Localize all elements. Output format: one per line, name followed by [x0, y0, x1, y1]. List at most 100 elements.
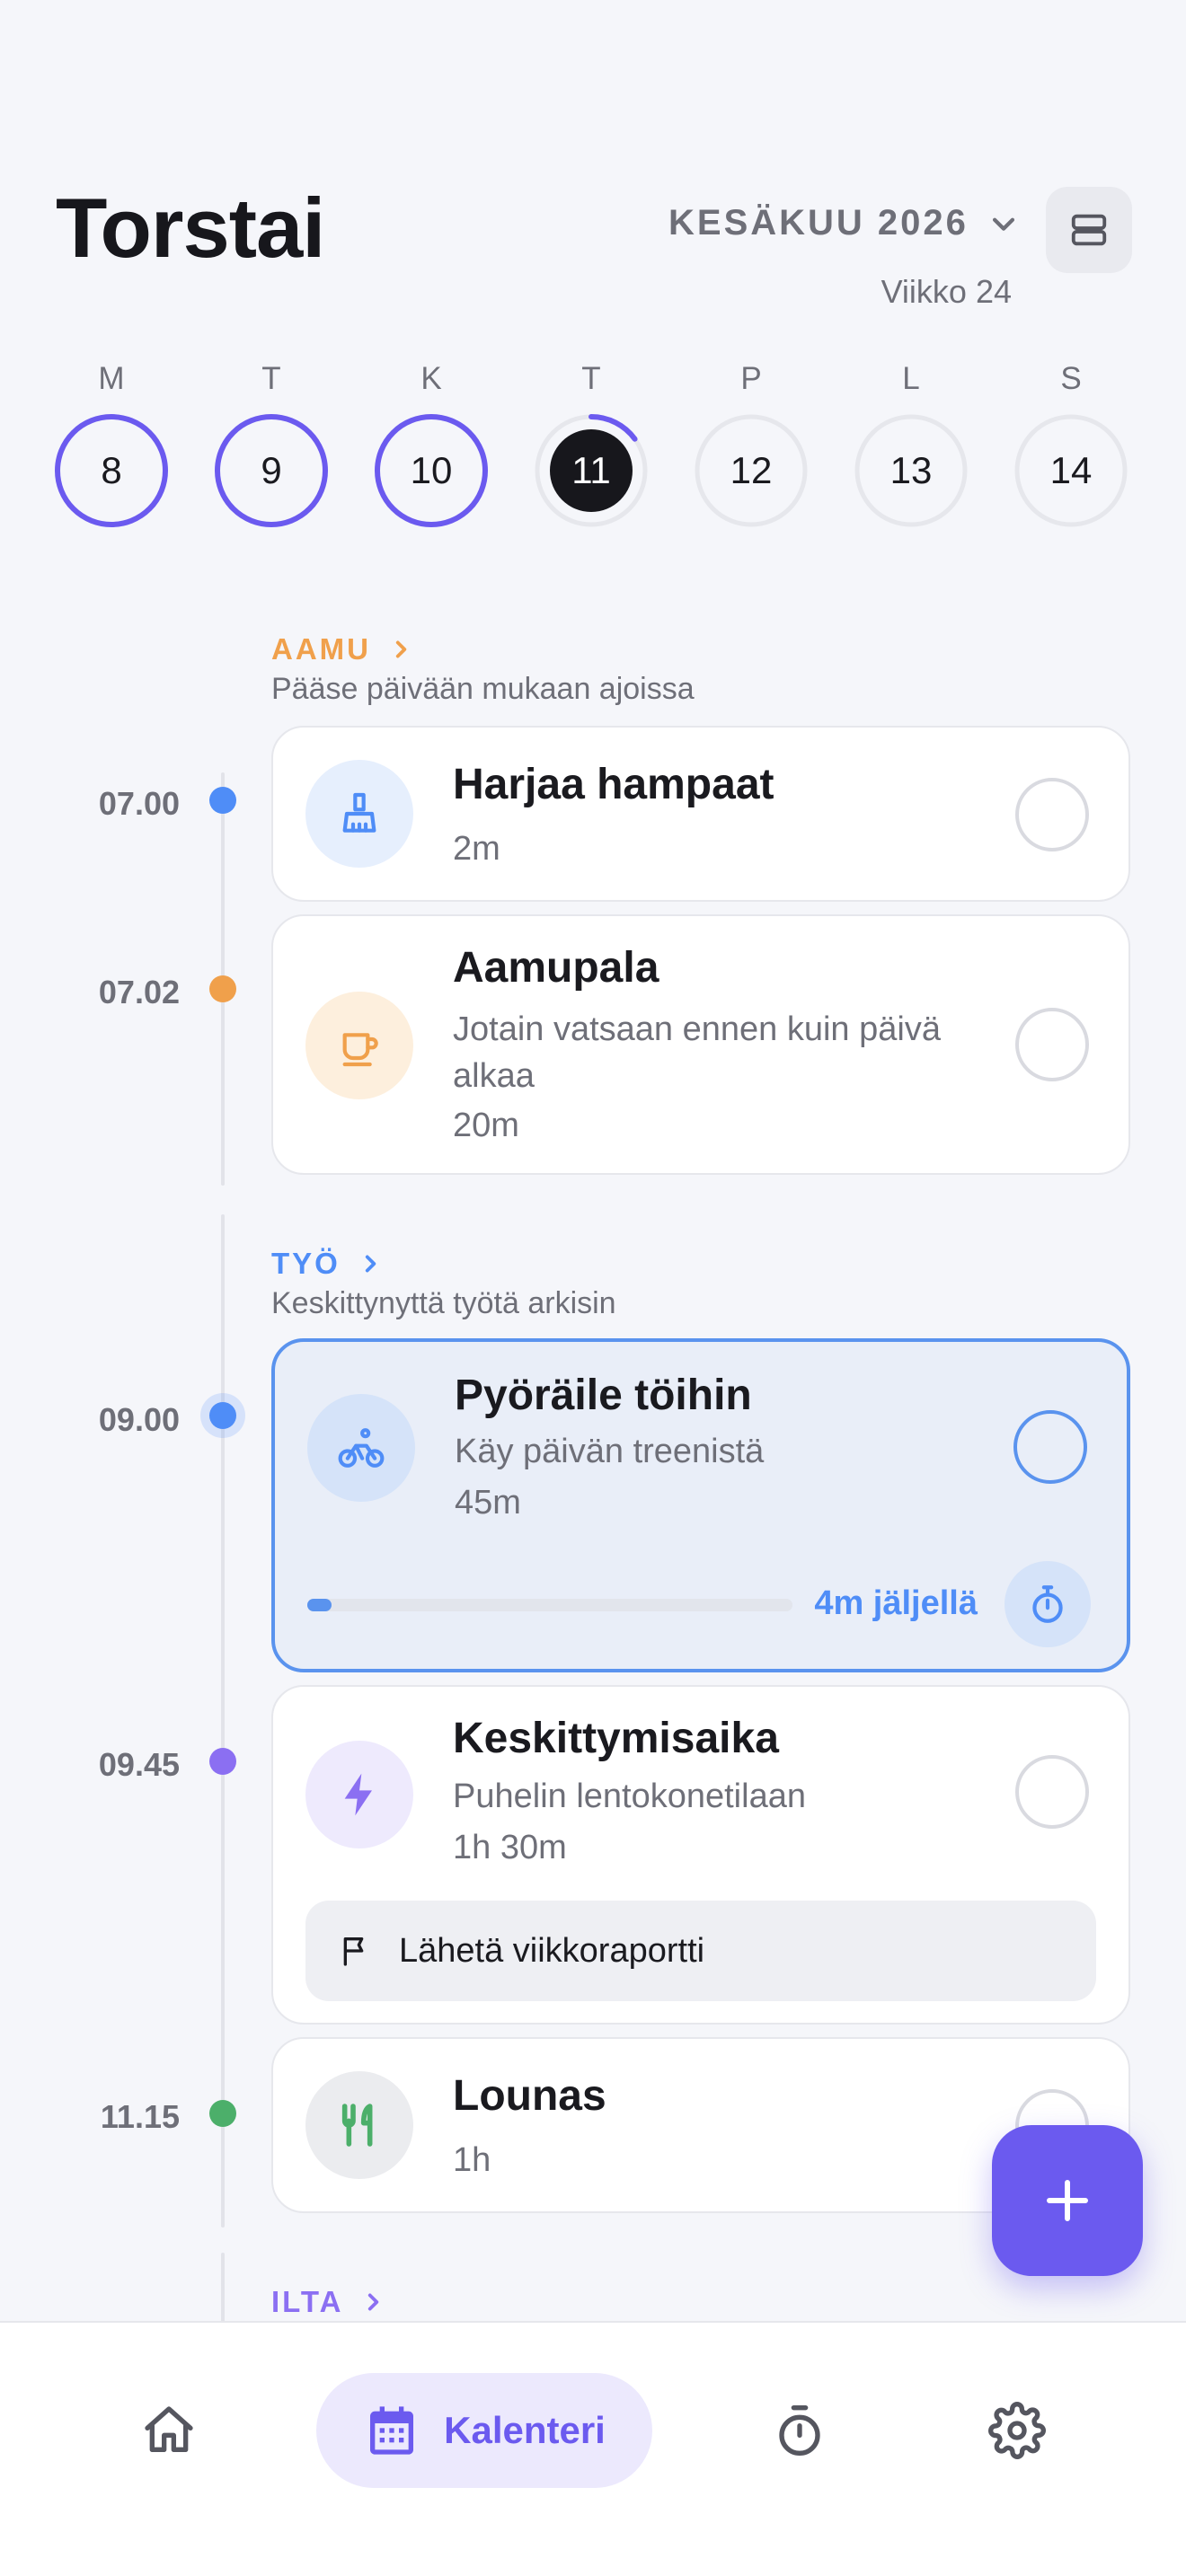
chevron-right-icon [365, 1255, 376, 1273]
nav-timer[interactable] [753, 2373, 846, 2488]
task-title: Pyöräile töihin [455, 1372, 752, 1419]
day-number: 11 [571, 449, 611, 491]
day-progress-ring: 10 [372, 411, 491, 530]
timeline-dot [209, 787, 236, 814]
subtask-item[interactable]: Lähetä viikkoraportti [305, 1901, 1096, 2001]
day-progress-ring: 9 [212, 411, 331, 530]
complete-checkbox[interactable] [1013, 1410, 1087, 1484]
task-card-keskittymisaika[interactable]: Keskittymisaika Puhelin lentokonetilaan … [271, 1685, 1130, 2025]
timeline-line-evening [221, 2253, 225, 2325]
section-header-tyo[interactable]: TYÖ [271, 1247, 382, 1281]
task-duration: 45m [455, 1484, 521, 1522]
section-header-ilta[interactable]: ILTA [271, 2285, 385, 2319]
day-number: 13 [890, 449, 933, 491]
month-selector[interactable]: KESÄKUU 2026 [668, 203, 1019, 243]
page-title: Torstai [56, 181, 325, 275]
timeline-dot-active [209, 1402, 236, 1429]
chevron-right-icon [395, 640, 407, 658]
complete-checkbox[interactable] [1015, 1008, 1089, 1081]
subtask-label: Lähetä viikkoraportti [399, 1931, 705, 1970]
task-description: Jotain vatsaan ennen kuin päivä alkaa [453, 1010, 941, 1095]
timeline-dot [209, 975, 236, 1002]
task-duration: 1h 30m [453, 1829, 567, 1866]
progress-fill [307, 1599, 332, 1611]
day-number: 10 [410, 449, 453, 491]
coffee-cup-icon [305, 992, 413, 1099]
nav-settings[interactable] [970, 2373, 1064, 2488]
weekday-letter: L [902, 361, 920, 396]
day-12[interactable]: P 12 [688, 359, 814, 530]
nav-label: Kalenteri [444, 2409, 606, 2451]
bottom-nav: Kalenteri [0, 2321, 1186, 2576]
section-title: ILTA [271, 2285, 344, 2318]
day-number: 14 [1049, 449, 1093, 491]
chevron-down-icon [992, 217, 1014, 231]
weekday-letter: T [261, 361, 281, 396]
day-13[interactable]: L 13 [848, 359, 974, 530]
day-progress-ring: 11 [532, 411, 651, 530]
task-title: Aamupala [453, 944, 659, 992]
layout-rows-icon [1071, 214, 1107, 246]
section-title: AAMU [271, 632, 371, 666]
timeline-dot [209, 2100, 236, 2127]
day-11[interactable]: T 11 [528, 359, 654, 530]
weekday-letter: K [420, 361, 442, 396]
day-14[interactable]: S 14 [1008, 359, 1134, 530]
flag-icon [343, 1937, 364, 1966]
section-title: TYÖ [271, 1247, 341, 1280]
task-description: Käy päivän treenistä [455, 1433, 765, 1470]
day-number: 9 [261, 449, 282, 491]
task-time: 11.15 [100, 2098, 180, 2135]
day-9[interactable]: T9 [208, 359, 334, 530]
section-subtitle: Pääse päivään mukaan ajoissa [271, 672, 695, 706]
task-duration: 2m [453, 830, 500, 868]
section-header-aamu[interactable]: AAMU [271, 632, 412, 666]
timeline-line-work [221, 1214, 225, 2228]
time-remaining: 4m jäljellä [814, 1584, 978, 1622]
weekday-letter: T [581, 361, 601, 396]
task-title: Lounas [453, 2072, 606, 2120]
day-progress-ring: 8 [52, 411, 171, 530]
timeline-dot [209, 1748, 236, 1775]
task-time: 07.02 [98, 974, 180, 1010]
task-time: 09.00 [98, 1401, 180, 1438]
plus-icon [1047, 2180, 1088, 2221]
day-10[interactable]: K 10 [368, 359, 494, 530]
view-toggle-button[interactable] [1046, 187, 1132, 273]
timer-icon [779, 2405, 820, 2456]
fork-knife-icon [305, 2071, 413, 2179]
day-number: 12 [730, 449, 773, 491]
add-task-button[interactable] [992, 2125, 1143, 2276]
broom-icon [305, 760, 413, 868]
nav-calendar[interactable]: Kalenteri [316, 2373, 652, 2488]
task-time: 09.45 [98, 1746, 180, 1783]
day-number: 8 [101, 449, 122, 491]
gear-icon [988, 2402, 1046, 2459]
week-number: Viikko 24 [881, 273, 1012, 310]
bicycle-icon [307, 1394, 415, 1502]
task-duration: 20m [453, 1107, 519, 1144]
complete-checkbox[interactable] [1015, 778, 1089, 851]
month-label: KESÄKUU 2026 [668, 203, 969, 243]
nav-home[interactable] [122, 2373, 216, 2488]
task-card-pyoraile-toihin[interactable]: Pyöräile töihin Käy päivän treenistä 45m… [271, 1338, 1130, 1672]
timer-button[interactable] [1005, 1561, 1091, 1647]
day-8[interactable]: M8 [49, 359, 174, 530]
complete-checkbox[interactable] [1015, 1755, 1089, 1829]
weekday-letter: M [98, 361, 125, 396]
day-progress-ring: 13 [852, 411, 970, 530]
weekday-letter: P [740, 361, 762, 396]
section-subtitle: Keskittynyttä työtä arkisin [271, 1286, 616, 1320]
chevron-right-icon [368, 2293, 379, 2311]
day-progress-ring: 12 [692, 411, 810, 530]
task-duration: 1h [453, 2141, 491, 2179]
task-card-aamupala[interactable]: Aamupala Jotain vatsaan ennen kuin päivä… [271, 914, 1130, 1175]
progress-bar [307, 1599, 792, 1611]
home-icon [145, 2406, 193, 2452]
task-time: 07.00 [98, 785, 180, 822]
lightning-icon [305, 1741, 413, 1848]
stopwatch-icon [1032, 1585, 1063, 1623]
calendar-icon [370, 2406, 414, 2455]
task-description: Puhelin lentokonetilaan [453, 1778, 806, 1815]
task-card-harjaa-hampaat[interactable]: Harjaa hampaat 2m [271, 726, 1130, 902]
